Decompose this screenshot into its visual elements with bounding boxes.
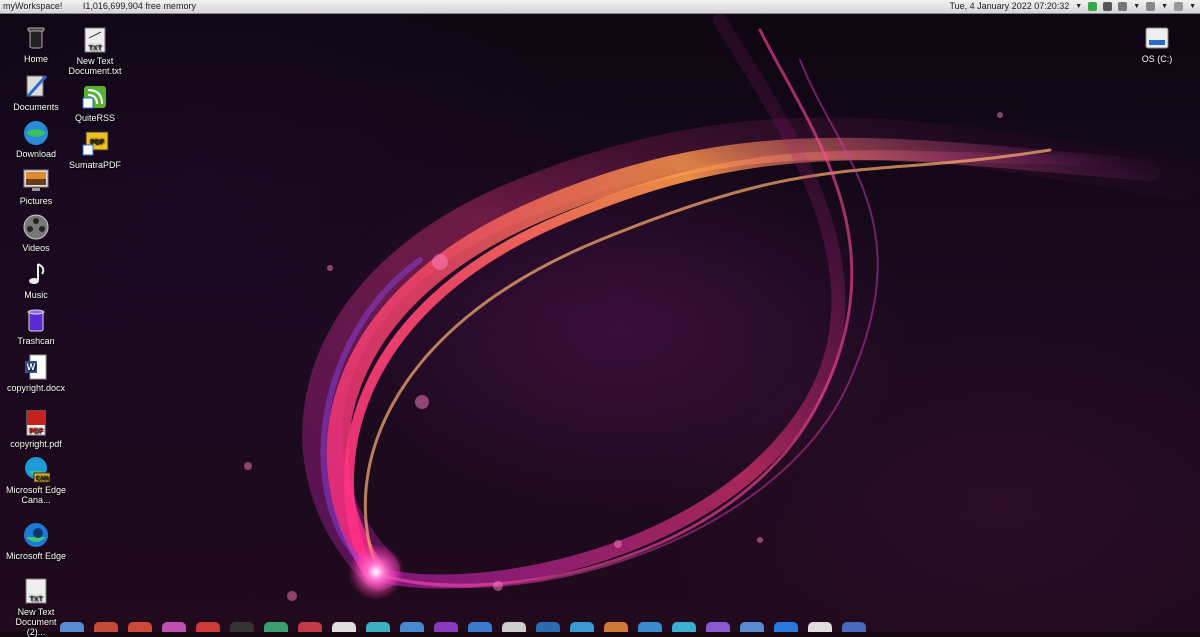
desktop-icon-new-text-document[interactable]: TXT New Text Document.txt xyxy=(64,26,126,76)
dock-item[interactable] xyxy=(94,622,118,632)
rss-icon xyxy=(81,83,109,111)
svg-text:W: W xyxy=(27,362,36,372)
dock-item[interactable] xyxy=(60,622,84,632)
desktop-icon-label: copyright.pdf xyxy=(10,439,62,449)
desktop-icon-copyright-pdf[interactable]: PDF copyright.pdf xyxy=(5,409,67,449)
dock-item[interactable] xyxy=(230,622,254,632)
desktop-icon-sumatrapdf[interactable]: PDF SumatraPDF xyxy=(64,130,126,170)
monitor-picture-icon xyxy=(22,166,50,194)
desktop-icon-label: Trashcan xyxy=(17,336,55,346)
tray-icon-5[interactable] xyxy=(1174,2,1184,11)
globe-download-icon xyxy=(22,119,50,147)
chevron-down-icon[interactable]: ▼ xyxy=(1075,0,1082,13)
desktop-icon-label: Download xyxy=(15,149,57,159)
top-status-bar: myWorkspace! I1,016,699,904 free memory … xyxy=(0,0,1200,14)
chevron-down-icon[interactable]: ▼ xyxy=(1133,0,1140,13)
desktop-icon-edge[interactable]: Microsoft Edge xyxy=(5,521,67,561)
dock-item[interactable] xyxy=(842,622,866,632)
desktop-icon-label: copyright.docx xyxy=(6,383,66,393)
dock-item[interactable] xyxy=(434,622,458,632)
svg-text:TXT: TXT xyxy=(29,596,43,603)
dock-item[interactable] xyxy=(672,622,696,632)
music-note-icon xyxy=(22,260,50,288)
desktop-icon-label: Music xyxy=(24,290,48,300)
edge-canary-icon: CAN xyxy=(22,455,51,483)
dock-item[interactable] xyxy=(774,622,798,632)
desktop-icon-label: Documents xyxy=(13,102,59,112)
dock-item[interactable] xyxy=(638,622,662,632)
desktop-icon-label: New Text Document (2)... xyxy=(15,607,57,637)
tray-icon-3[interactable] xyxy=(1118,2,1128,11)
txt-file-icon: TXT xyxy=(22,577,50,605)
free-memory-text: I1,016,699,904 free memory xyxy=(82,1,196,11)
dock-item[interactable] xyxy=(604,622,628,632)
desktop-icon-download[interactable]: Download xyxy=(5,119,67,159)
dock-item[interactable] xyxy=(808,622,832,632)
desktop-icon-label: SumatraPDF xyxy=(68,160,121,170)
desktop-icon-edge-canary[interactable]: CAN Microsoft Edge Cana... xyxy=(5,455,67,505)
trashcan-black-icon xyxy=(22,24,50,52)
svg-text:TXT: TXT xyxy=(88,45,102,52)
desktop-icon-trashcan[interactable]: Trashcan xyxy=(5,306,67,346)
edge-icon xyxy=(22,521,50,549)
word-document-icon: W xyxy=(22,353,50,381)
desktop-icon-os-c[interactable]: OS (C:) xyxy=(1126,24,1188,64)
dock-item[interactable] xyxy=(740,622,764,632)
dock-item[interactable] xyxy=(162,622,186,632)
chevron-down-icon[interactable]: ▼ xyxy=(1189,0,1196,13)
dock-item[interactable] xyxy=(128,622,152,632)
dock-item[interactable] xyxy=(196,622,220,632)
documents-pen-icon xyxy=(22,72,50,100)
network-icon[interactable] xyxy=(1088,2,1098,11)
dock-item[interactable] xyxy=(298,622,322,632)
desktop-icon-documents[interactable]: Documents xyxy=(5,72,67,112)
drive-icon xyxy=(1143,24,1171,52)
dock-bar xyxy=(60,622,1100,632)
desktop-icon-quiterss[interactable]: QuiteRSS xyxy=(64,83,126,123)
tools-icon[interactable] xyxy=(1103,2,1113,11)
desktop-icon-label: Microsoft Edge xyxy=(5,551,67,561)
desktop-icon-label: Videos xyxy=(22,243,50,253)
trashcan-icon xyxy=(22,306,50,334)
svg-text:CAN: CAN xyxy=(36,476,49,482)
workspace-name[interactable]: myWorkspace! xyxy=(3,1,62,11)
sumatrapdf-icon: PDF xyxy=(81,130,109,158)
desktop-icon-new-text-document-2[interactable]: TXT New Text Document (2)... xyxy=(5,577,67,637)
dock-item[interactable] xyxy=(502,622,526,632)
dock-item[interactable] xyxy=(264,622,288,632)
clock-text[interactable]: Tue, 4 January 2022 07:20:32 xyxy=(949,0,1069,13)
desktop-icon-label: Microsoft Edge Cana... xyxy=(5,485,67,505)
dock-item[interactable] xyxy=(400,622,424,632)
desktop-icon-music[interactable]: Music xyxy=(5,260,67,300)
film-reel-icon xyxy=(22,213,50,241)
txt-file-icon: TXT xyxy=(81,26,109,54)
desktop-icon-label: Home xyxy=(23,54,48,64)
desktop-icon-pictures[interactable]: Pictures xyxy=(5,166,67,206)
desktop-icon-label: OS (C:) xyxy=(1141,54,1173,64)
svg-text:PDF: PDF xyxy=(29,428,44,435)
dock-item[interactable] xyxy=(570,622,594,632)
desktop-icon-label: New Text Document.txt xyxy=(68,56,122,76)
chevron-down-icon[interactable]: ▼ xyxy=(1161,0,1168,13)
dock-item[interactable] xyxy=(706,622,730,632)
wallpaper-swirl xyxy=(244,13,1200,601)
desktop-icon-home[interactable]: Home xyxy=(5,24,67,64)
desktop-icon-videos[interactable]: Videos xyxy=(5,213,67,253)
desktop-icon-label: Pictures xyxy=(19,196,53,206)
pdf-document-icon: PDF xyxy=(22,409,50,437)
dock-item[interactable] xyxy=(332,622,356,632)
dock-item[interactable] xyxy=(536,622,560,632)
dock-item[interactable] xyxy=(468,622,492,632)
desktop-icon-copyright-docx[interactable]: W copyright.docx xyxy=(5,353,67,393)
dock-item[interactable] xyxy=(366,622,390,632)
tray-icon-4[interactable] xyxy=(1146,2,1156,11)
desktop-icon-label: QuiteRSS xyxy=(74,113,116,123)
desktop-wallpaper xyxy=(0,0,1200,632)
